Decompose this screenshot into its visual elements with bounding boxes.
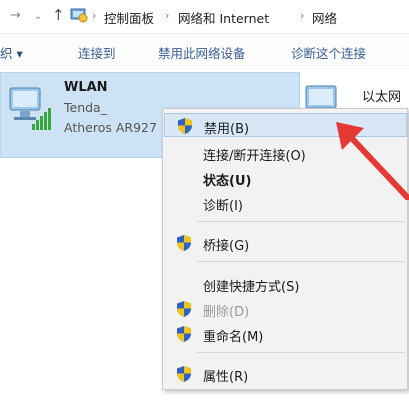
wireless-adapter-icon xyxy=(9,87,51,130)
organize-menu-button[interactable]: 织 ▾ xyxy=(0,43,23,62)
menu-item-label: 诊断(I) xyxy=(203,199,243,214)
menu-item-properties[interactable]: 属性(R) xyxy=(164,362,407,386)
disable-device-button[interactable]: 禁用此网络设备 xyxy=(158,43,246,62)
uac-shield-icon xyxy=(177,326,191,342)
menu-item-rename[interactable]: 重命名(M) xyxy=(164,322,407,346)
up-arrow-icon[interactable]: ↑ xyxy=(52,6,65,24)
breadcrumb-separator: › xyxy=(92,9,97,22)
menu-item-label: 禁用(B) xyxy=(204,122,250,137)
uac-shield-icon xyxy=(177,301,191,317)
uac-shield-icon xyxy=(177,235,191,251)
forward-arrow-icon[interactable]: → xyxy=(10,8,21,23)
menu-item-bridge[interactable]: 桥接(G) xyxy=(164,231,407,255)
menu-item-label: 连接/断开连接(O) xyxy=(203,149,306,164)
menu-separator xyxy=(197,352,405,353)
uac-shield-icon xyxy=(177,366,191,382)
menu-item-label: 属性(R) xyxy=(203,370,249,385)
breadcrumb-network[interactable]: 网络 xyxy=(312,8,337,27)
menu-item-create-shortcut[interactable]: 创建快捷方式(S) xyxy=(164,272,407,296)
menu-item-delete: 删除(D) xyxy=(164,297,407,321)
wlan-ssid: Tenda_ xyxy=(64,100,107,115)
menu-separator xyxy=(197,221,405,222)
connect-to-button[interactable]: 连接到 xyxy=(78,43,116,62)
menu-item-label: 状态(U) xyxy=(203,174,252,189)
ethernet-connection-name[interactable]: 以太网 xyxy=(362,86,401,105)
menu-separator xyxy=(197,261,405,262)
wlan-connection-name: WLAN xyxy=(64,80,108,95)
menu-item-label: 重命名(M) xyxy=(203,330,264,345)
menu-item-label: 创建快捷方式(S) xyxy=(203,280,300,295)
breadcrumb-separator: › xyxy=(300,9,305,22)
wlan-adapter-name: Atheros AR927 xyxy=(64,120,157,135)
menu-item-label: 桥接(G) xyxy=(203,239,250,254)
breadcrumb-network-internet[interactable]: 网络和 Internet xyxy=(178,8,269,27)
red-arrow-annotation xyxy=(336,122,409,200)
diagnose-connection-button[interactable]: 诊断这个连接 xyxy=(291,43,366,62)
breadcrumb-separator: › xyxy=(165,9,170,22)
command-toolbar: 织 ▾ 连接到 禁用此网络设备 诊断这个连接 xyxy=(0,34,409,66)
address-bar: → ⌄ ↑ › 控制面板 › 网络和 Internet › 网络 xyxy=(0,0,409,34)
recent-locations-chevron-icon[interactable]: ⌄ xyxy=(34,11,42,22)
breadcrumb-control-panel[interactable]: 控制面板 xyxy=(104,8,154,27)
control-panel-icon xyxy=(70,8,88,23)
uac-shield-icon xyxy=(178,118,192,134)
menu-item-label: 删除(D) xyxy=(203,305,250,320)
